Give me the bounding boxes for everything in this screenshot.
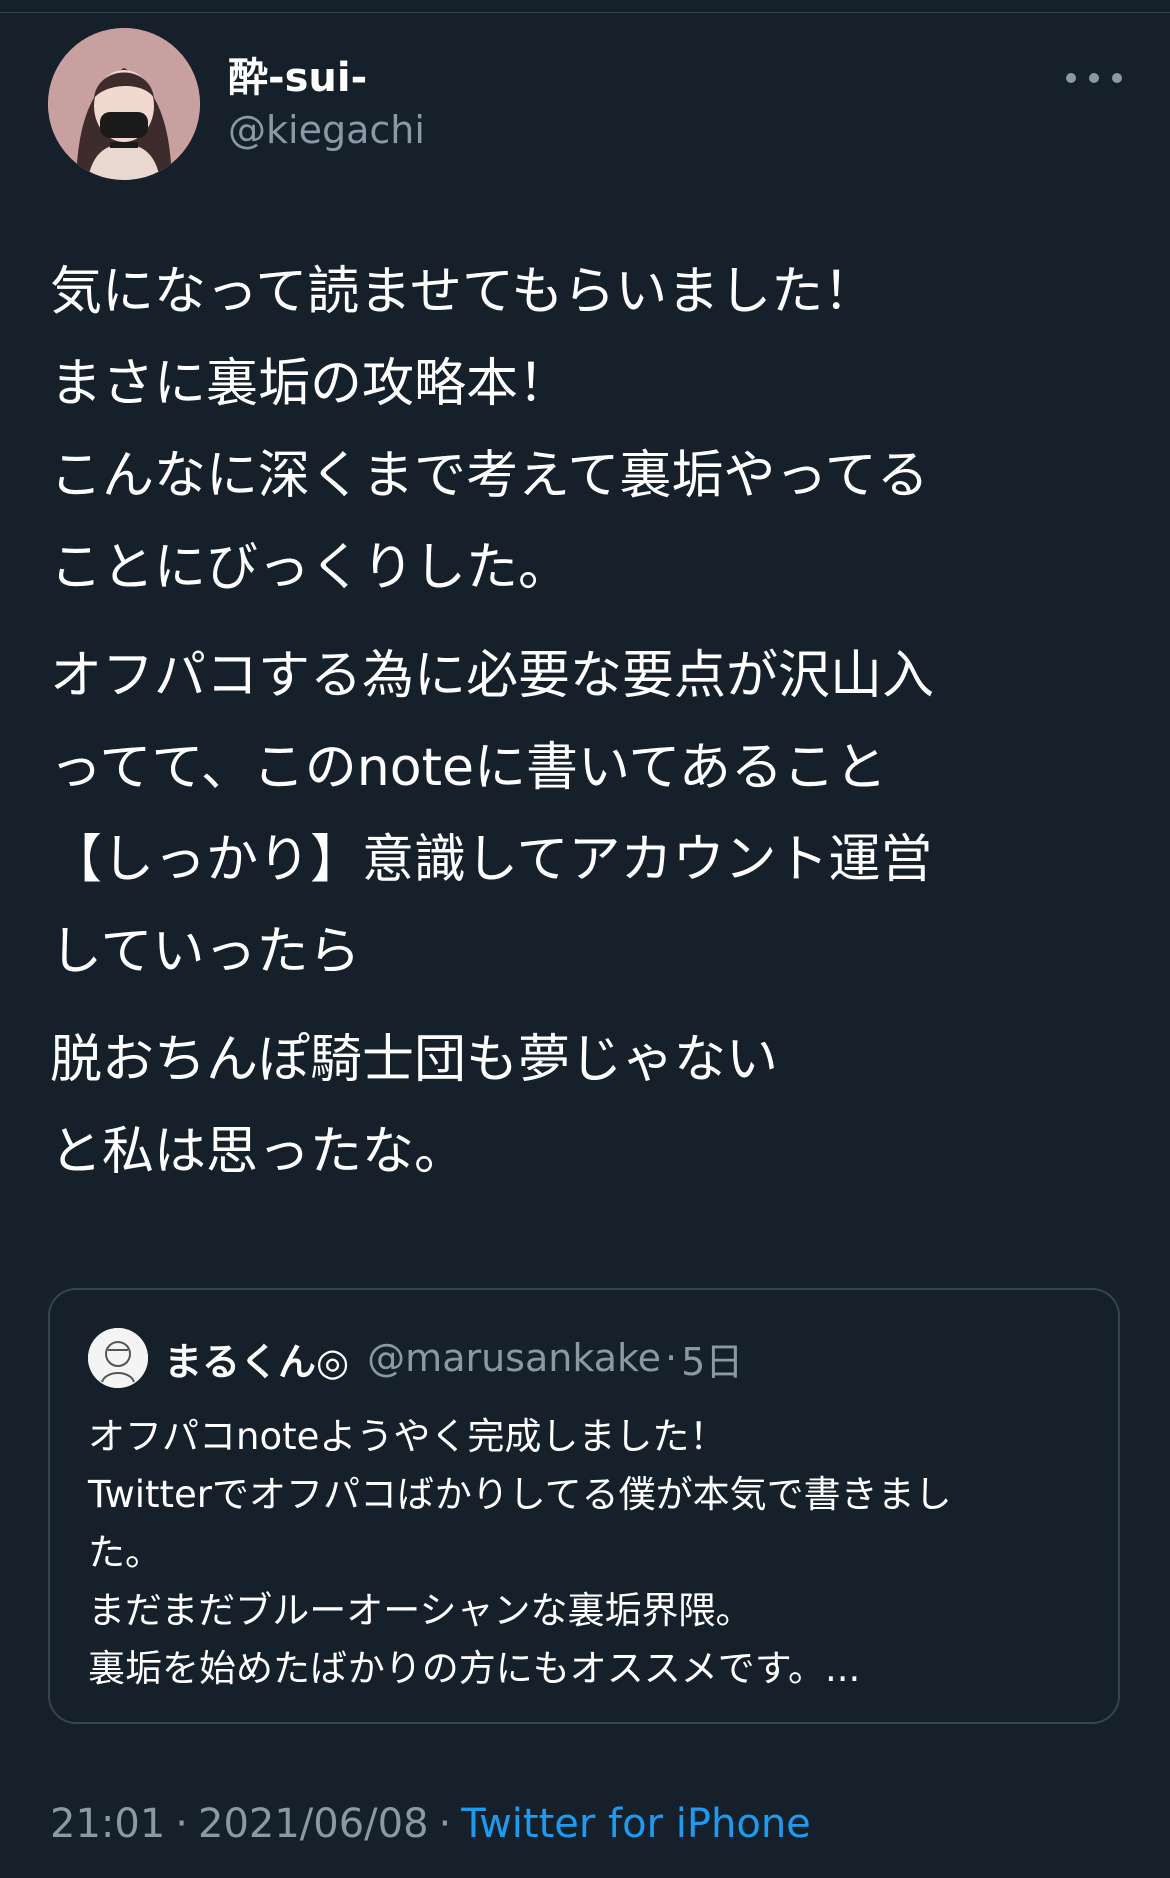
tweet-line: 脱おちんぽ騎士団も夢じゃない (50, 1030, 779, 1090)
quoted-separator: · (665, 1336, 678, 1380)
quoted-timestamp[interactable]: 5日 (681, 1331, 743, 1386)
quoted-tweet-card[interactable]: まるくん◎ @marusankake · 5日 オフパコnoteようやく完成しま… (48, 1288, 1120, 1724)
tweet-line: と私は思ったな。 (50, 1122, 467, 1182)
quoted-line: 裏垢を始めたばかりの方にもオススメです。... (88, 1647, 861, 1690)
quoted-line: た。 (88, 1531, 162, 1574)
tweet-date[interactable]: 2021/06/08 (198, 1801, 429, 1847)
tweet-line: ってて、このnoteに書いてあること (50, 738, 887, 798)
author-avatar-image (48, 28, 200, 180)
quoted-line: まだまだブルーオーシャンな裏垢界隈。 (88, 1589, 753, 1632)
tweet-source-link[interactable]: Twitter for iPhone (461, 1801, 811, 1847)
tweet-paragraph: 気になって読ませてもらいました！ まさに裏垢の攻略本！ こんなに深くまで考えて裏… (50, 246, 1130, 614)
tweet-text: 気になって読ませてもらいました！ まさに裏垢の攻略本！ こんなに深くまで考えて裏… (50, 246, 1130, 1198)
tweet-line: オフパコする為に必要な要点が沢山入 (50, 646, 935, 706)
quoted-line: Twitterでオフパコばかりしてる僕が本気で書きまし (88, 1473, 952, 1516)
tweet-line: こんなに深くまで考えて裏垢やってる (50, 446, 929, 506)
meta-separator: · (175, 1801, 188, 1847)
quoted-author-name[interactable]: まるくん◎ (164, 1331, 349, 1386)
tweet-line: まさに裏垢の攻略本！ (50, 354, 571, 414)
quoted-author-avatar-image (88, 1328, 148, 1388)
meta-separator: · (438, 1801, 452, 1847)
top-divider (0, 12, 1170, 13)
more-dot (1089, 73, 1099, 83)
author-avatar[interactable] (48, 28, 200, 180)
author-handle[interactable]: @kiegachi (228, 104, 425, 156)
tweet-line: していったら (50, 922, 361, 982)
more-options-button[interactable] (1066, 56, 1122, 100)
tweet-line: 気になって読ませてもらいました！ (50, 262, 876, 322)
quoted-author-avatar[interactable] (88, 1328, 148, 1388)
more-dot (1112, 73, 1122, 83)
tweet-paragraph: オフパコする為に必要な要点が沢山入 ってて、このnoteに書いてあること 【しっ… (50, 630, 1130, 998)
tweet-metadata: 21:01 · 2021/06/08 · Twitter for iPhone (50, 1796, 811, 1852)
tweet-paragraph: 脱おちんぽ騎士団も夢じゃない と私は思ったな。 (50, 1014, 1130, 1198)
quoted-tweet-text: オフパコnoteようやく完成しました！ Twitterでオフパコばかりしてる僕が… (88, 1408, 1088, 1698)
tweet-time[interactable]: 21:01 (50, 1801, 165, 1847)
quoted-line: オフパコnoteようやく完成しました！ (88, 1415, 727, 1458)
more-horizontal-icon (1066, 73, 1076, 83)
quoted-author-handle[interactable]: @marusankake (367, 1336, 661, 1380)
tweet-line: ことにびっくりした。 (50, 538, 571, 598)
tweet-line: 【しっかり】意識してアカウント運営 (50, 830, 933, 890)
quoted-tweet-header: まるくん◎ @marusankake · 5日 (164, 1330, 743, 1386)
author-display-name[interactable]: 酔-sui- (228, 52, 367, 104)
